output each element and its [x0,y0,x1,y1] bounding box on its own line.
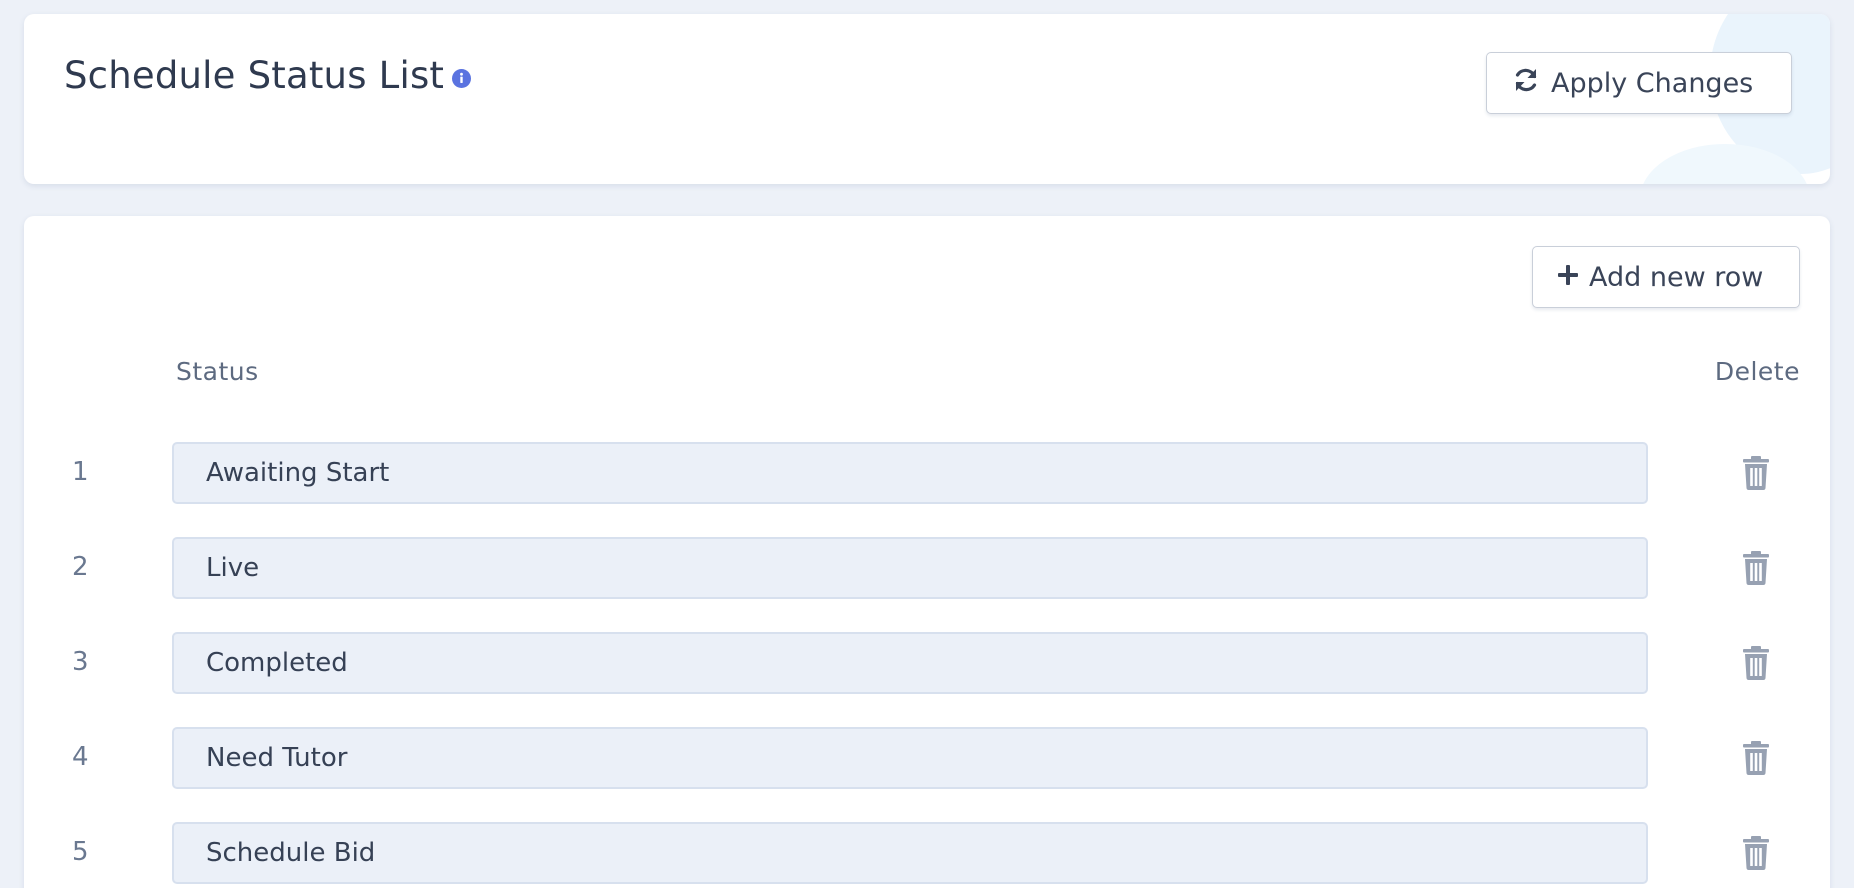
header-card: Schedule Status List Apply Changes [24,14,1830,184]
status-input[interactable] [172,632,1648,694]
table-row: 1 [24,442,1830,504]
row-number: 1 [72,457,89,487]
trash-icon[interactable] [1740,836,1772,870]
row-number: 3 [72,647,89,677]
status-list-card: Add new row Status Delete 1 2 [24,216,1830,888]
status-input[interactable] [172,822,1648,884]
table-row: 4 [24,727,1830,789]
table-row: 5 [24,822,1830,884]
info-icon[interactable] [452,69,472,88]
add-new-row-button[interactable]: Add new row [1532,246,1800,308]
status-input[interactable] [172,727,1648,789]
trash-icon[interactable] [1740,551,1772,585]
apply-changes-button[interactable]: Apply Changes [1486,52,1792,114]
status-input[interactable] [172,537,1648,599]
trash-icon[interactable] [1740,646,1772,680]
page: Schedule Status List Apply Changes Add n… [0,0,1854,888]
row-number: 4 [72,742,89,772]
table-row: 2 [24,537,1830,599]
column-header-delete: Delete [1714,357,1800,386]
trash-icon[interactable] [1740,456,1772,490]
row-number: 2 [72,552,89,582]
trash-icon[interactable] [1740,741,1772,775]
table-row: 3 [24,632,1830,694]
refresh-icon [1511,65,1541,102]
add-new-row-label: Add new row [1589,261,1764,293]
plus-icon [1557,262,1579,293]
page-title-text: Schedule Status List [64,54,445,97]
row-number: 5 [72,837,89,867]
apply-changes-label: Apply Changes [1551,67,1754,99]
page-title: Schedule Status List [64,54,472,97]
column-header-status: Status [176,357,259,386]
status-input[interactable] [172,442,1648,504]
